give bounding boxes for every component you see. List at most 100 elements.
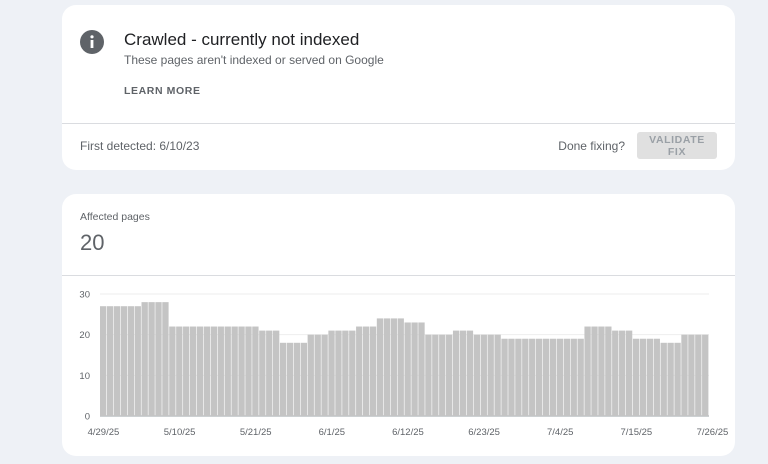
chart-bar[interactable] bbox=[342, 330, 349, 416]
chart-bar[interactable] bbox=[100, 306, 107, 416]
chart-bar[interactable] bbox=[646, 338, 654, 416]
chart-bar[interactable] bbox=[356, 326, 363, 416]
chart-bar[interactable] bbox=[189, 326, 197, 416]
chart-bar[interactable] bbox=[314, 334, 321, 416]
chart-bar[interactable] bbox=[674, 342, 681, 416]
chart-bar[interactable] bbox=[404, 322, 411, 416]
x-tick-label: 4/29/25 bbox=[88, 427, 120, 438]
chart-bar[interactable] bbox=[570, 338, 577, 416]
chart-bar[interactable] bbox=[273, 330, 280, 416]
chart-bar[interactable] bbox=[529, 338, 536, 416]
chart-bar[interactable] bbox=[390, 318, 397, 416]
chart-bar[interactable] bbox=[217, 326, 224, 416]
learn-more-link[interactable]: LEARN MORE bbox=[124, 85, 201, 97]
validate-fix-button[interactable]: VALIDATE FIX bbox=[637, 132, 717, 159]
chart-bar[interactable] bbox=[196, 326, 204, 416]
chart-bar[interactable] bbox=[487, 334, 494, 416]
chart-bar[interactable] bbox=[411, 322, 418, 416]
chart-bar[interactable] bbox=[252, 326, 259, 416]
chart-bar[interactable] bbox=[660, 342, 667, 416]
chart-bar[interactable] bbox=[210, 326, 218, 416]
chart-bar[interactable] bbox=[473, 334, 481, 416]
chart-bar[interactable] bbox=[605, 326, 612, 416]
chart-bar[interactable] bbox=[688, 334, 695, 416]
chart-bar[interactable] bbox=[591, 326, 598, 416]
chart-bar[interactable] bbox=[286, 342, 294, 416]
chart-bar[interactable] bbox=[515, 338, 522, 416]
chart-bar[interactable] bbox=[459, 330, 467, 416]
chart-bar[interactable] bbox=[203, 326, 211, 416]
chart-bar[interactable] bbox=[535, 338, 543, 416]
chart-bar[interactable] bbox=[300, 342, 308, 416]
chart-bar[interactable] bbox=[224, 326, 231, 416]
chart-bar[interactable] bbox=[501, 338, 508, 416]
chart-bar[interactable] bbox=[632, 338, 640, 416]
chart-bar[interactable] bbox=[245, 326, 252, 416]
chart-bar[interactable] bbox=[162, 302, 169, 416]
chart-bar[interactable] bbox=[148, 302, 155, 416]
chart-bar[interactable] bbox=[563, 338, 570, 416]
chart-bar[interactable] bbox=[446, 334, 453, 416]
x-tick-label: 6/1/25 bbox=[319, 427, 345, 438]
chart-bar[interactable] bbox=[542, 338, 550, 416]
chart-bar[interactable] bbox=[432, 334, 439, 416]
chart-bar[interactable] bbox=[349, 330, 356, 416]
first-detected-text: First detected: 6/10/23 bbox=[80, 139, 200, 153]
y-tick-label: 20 bbox=[79, 330, 90, 341]
chart-bar[interactable] bbox=[328, 330, 335, 416]
chart-bar[interactable] bbox=[556, 338, 564, 416]
chart-bar[interactable] bbox=[183, 326, 190, 416]
chart-bar[interactable] bbox=[619, 330, 626, 416]
affected-pages-chart: 30 20 10 0 4/29/25 5/10/25 5/21/25 6/1/25 6/12/2… bbox=[79, 290, 729, 439]
chart-bar[interactable] bbox=[494, 334, 501, 416]
y-tick-label: 0 bbox=[85, 412, 90, 423]
chart-bar[interactable] bbox=[238, 326, 245, 416]
chart-bar[interactable] bbox=[695, 334, 702, 416]
chart-bar[interactable] bbox=[176, 326, 183, 416]
chart-bar[interactable] bbox=[383, 318, 391, 416]
chart-bar[interactable] bbox=[577, 338, 584, 416]
chart-bar[interactable] bbox=[452, 330, 460, 416]
chart-bar[interactable] bbox=[169, 326, 176, 416]
chart-bar[interactable] bbox=[439, 334, 446, 416]
affected-pages-card: Affected pages 20 30 20 10 0 4/29/25 5/10/25 5… bbox=[62, 194, 735, 456]
chart-bar[interactable] bbox=[667, 342, 674, 416]
chart-bar[interactable] bbox=[362, 326, 370, 416]
chart-bar[interactable] bbox=[231, 326, 238, 416]
chart-bar[interactable] bbox=[279, 342, 287, 416]
x-tick-label: 5/10/25 bbox=[164, 427, 196, 438]
chart-bar[interactable] bbox=[549, 338, 557, 416]
chart-bar[interactable] bbox=[259, 330, 266, 416]
chart-bar[interactable] bbox=[466, 330, 474, 416]
chart-bar[interactable] bbox=[508, 338, 515, 416]
chart-bar[interactable] bbox=[106, 306, 114, 416]
chart-bar[interactable] bbox=[418, 322, 425, 416]
chart-bar[interactable] bbox=[113, 306, 121, 416]
chart-bar[interactable] bbox=[584, 326, 591, 416]
chart-bar[interactable] bbox=[681, 334, 688, 416]
chart-bar[interactable] bbox=[397, 318, 404, 416]
chart-bar[interactable] bbox=[598, 326, 605, 416]
chart-bar[interactable] bbox=[612, 330, 619, 416]
chart-bar[interactable] bbox=[653, 338, 660, 416]
chart-bar[interactable] bbox=[155, 302, 162, 416]
chart-bar[interactable] bbox=[335, 330, 342, 416]
chart-bar[interactable] bbox=[522, 338, 529, 416]
chart-bar[interactable] bbox=[134, 306, 141, 416]
chart-bar[interactable] bbox=[702, 334, 709, 416]
chart-bar[interactable] bbox=[480, 334, 487, 416]
chart-bar[interactable] bbox=[307, 334, 314, 416]
chart-bar[interactable] bbox=[369, 326, 377, 416]
chart-bar[interactable] bbox=[625, 330, 633, 416]
chart-bar[interactable] bbox=[266, 330, 273, 416]
chart-bar[interactable] bbox=[293, 342, 301, 416]
chart-bar[interactable] bbox=[120, 306, 128, 416]
chart-bar[interactable] bbox=[321, 334, 328, 416]
divider bbox=[62, 123, 735, 124]
x-tick-label: 7/26/25 bbox=[697, 427, 729, 438]
chart-bar[interactable] bbox=[376, 318, 384, 416]
chart-bar[interactable] bbox=[141, 302, 148, 416]
chart-bar[interactable] bbox=[425, 334, 432, 416]
chart-bar[interactable] bbox=[127, 306, 134, 416]
chart-bar[interactable] bbox=[639, 338, 647, 416]
